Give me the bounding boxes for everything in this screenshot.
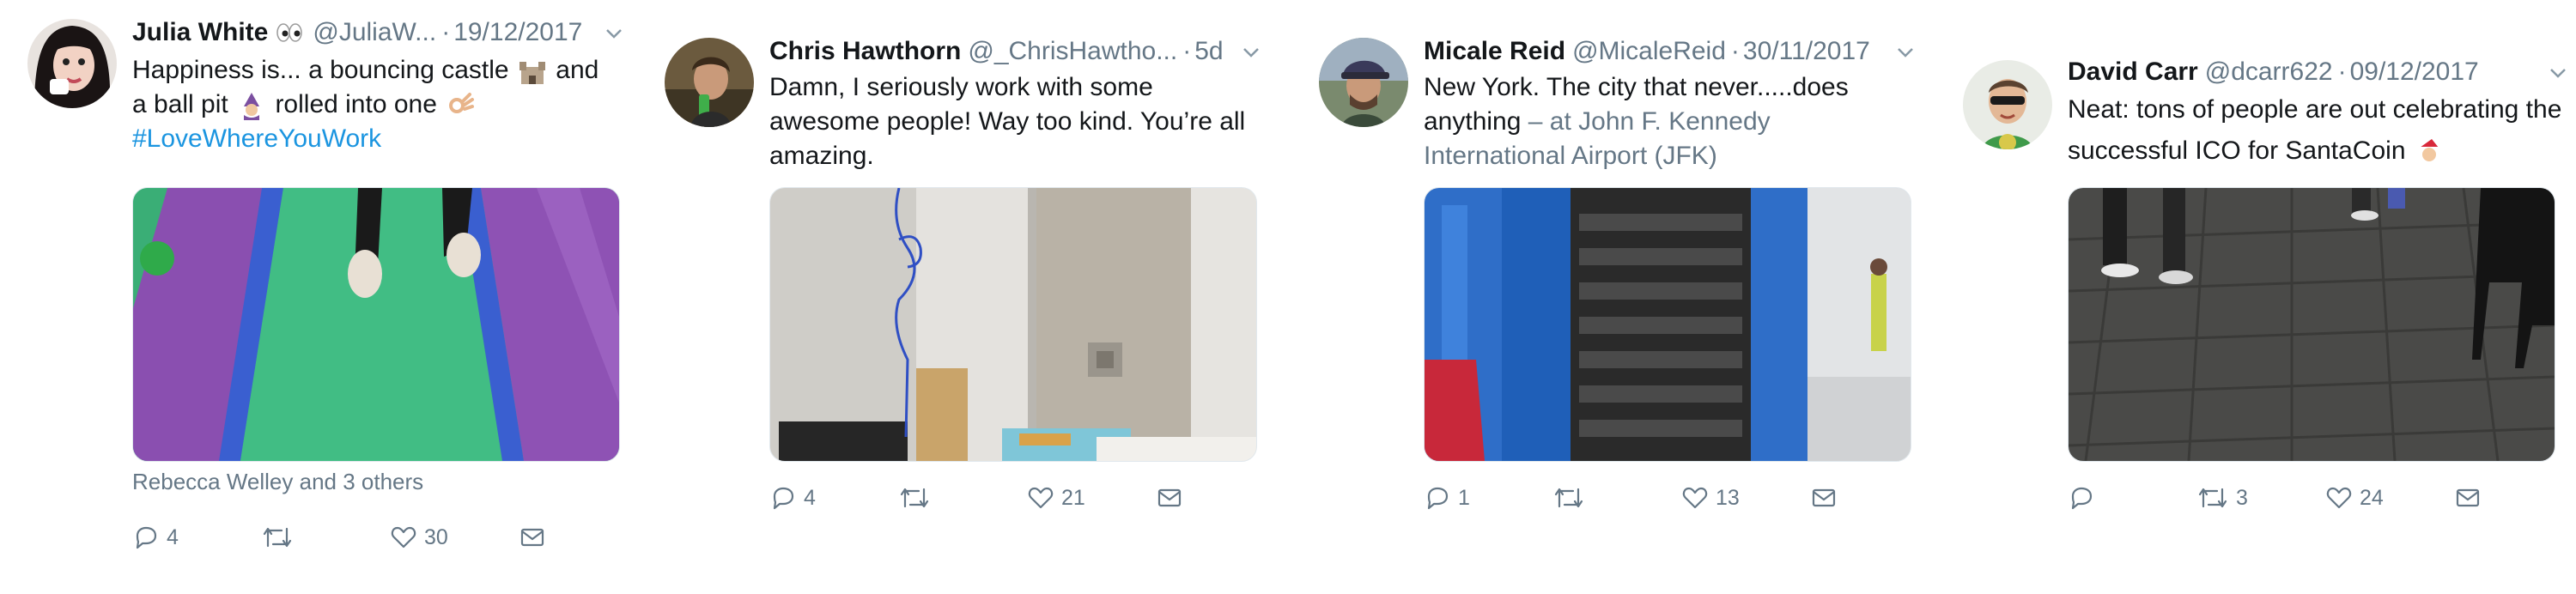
like-count: 21 <box>1061 485 1085 510</box>
tweet-media-airport[interactable] <box>1424 187 1911 462</box>
social-context[interactable]: Rebecca Welley and 3 others <box>132 469 423 495</box>
tweet-header: Chris Hawthorn @_ChrisHawtho... · 5d <box>769 36 1250 67</box>
envelope-icon <box>2456 488 2480 507</box>
tweet-actions: 4 21 <box>769 481 1216 515</box>
tweet-header: Julia White @JuliaW... · 19/12/2017 <box>132 17 613 48</box>
tweet-timestamp[interactable]: 09/12/2017 <box>2350 57 2479 88</box>
like-count: 13 <box>1716 485 1740 510</box>
author-handle[interactable]: @_ChrisHawtho... <box>968 36 1177 67</box>
author-handle[interactable]: @MicaleReid <box>1572 36 1726 67</box>
tweet-timestamp[interactable]: 30/11/2017 <box>1743 36 1870 67</box>
retweet-icon <box>900 488 929 508</box>
tweet-text-line2-end: rolled into one <box>275 90 437 118</box>
heart-icon <box>1682 487 1708 509</box>
retweet-icon <box>1554 488 1583 508</box>
chevron-down-icon[interactable] <box>2547 62 2569 84</box>
retweet-button[interactable] <box>898 481 938 515</box>
separator-dot: · <box>1730 37 1740 65</box>
heart-icon <box>2326 487 2352 509</box>
retweet-count: 3 <box>2236 485 2248 510</box>
direct-message-button[interactable] <box>2454 481 2482 515</box>
tweet-text-line2: a ball pit <box>132 90 228 118</box>
reply-icon <box>1427 487 1449 510</box>
reply-button[interactable]: 1 <box>1424 481 1470 515</box>
reply-icon <box>2071 487 2093 510</box>
author-handle[interactable]: @JuliaW... <box>313 17 436 48</box>
castle-emoji-icon <box>519 62 545 85</box>
like-count: 30 <box>424 524 448 549</box>
tweet-media-bouncy-castle[interactable] <box>132 187 620 462</box>
reply-count: 4 <box>804 485 816 510</box>
tweet-header: Micale Reid @MicaleReid · 30/11/2017 <box>1424 36 1905 67</box>
chevron-down-icon[interactable] <box>1240 41 1262 64</box>
tweet-text: New York. The city that never.....does a… <box>1424 70 1905 173</box>
hashtag-link[interactable]: #LoveWhereYouWork <box>132 124 381 153</box>
tweet-text: Damn, I seriously work with some awesome… <box>769 73 1246 170</box>
tweet-text-main: Neat: tons of people are out celebrating… <box>2068 95 2562 165</box>
tweet-text: Happiness is... a bouncing castle and a … <box>132 53 630 156</box>
chevron-down-icon[interactable] <box>1894 41 1917 64</box>
separator-dot: · <box>441 18 451 46</box>
reply-count: 4 <box>167 524 179 549</box>
like-button[interactable]: 21 <box>1027 481 1085 515</box>
tweet-text-line1-end: and <box>556 56 599 84</box>
like-button[interactable]: 24 <box>2325 481 2384 515</box>
envelope-icon <box>1157 488 1182 507</box>
tweet-actions: 1 13 <box>1424 481 1870 515</box>
reply-icon <box>136 526 157 549</box>
retweet-icon <box>2198 488 2227 508</box>
ok-hand-emoji-icon <box>449 93 475 114</box>
reply-icon <box>773 487 794 510</box>
retweet-icon <box>263 527 292 548</box>
like-button[interactable]: 30 <box>390 520 448 555</box>
tweet-media-street[interactable] <box>2068 187 2555 462</box>
avatar-julia-white[interactable] <box>27 19 117 108</box>
direct-message-button[interactable] <box>519 520 546 555</box>
envelope-icon <box>1812 488 1836 507</box>
direct-message-button[interactable] <box>1156 481 1183 515</box>
tweet-timestamp[interactable]: 5d <box>1194 36 1223 67</box>
retweet-button[interactable] <box>1552 481 1592 515</box>
tweet-text-line1: Happiness is... a bouncing castle <box>132 56 509 84</box>
avatar-micale-reid[interactable] <box>1319 38 1408 127</box>
avatar-chris-hawthorn[interactable] <box>665 38 754 127</box>
heart-icon <box>1028 487 1054 509</box>
avatar-david-carr[interactable] <box>1963 60 2052 149</box>
tweet-media-office[interactable] <box>769 187 1257 462</box>
author-name[interactable]: Julia White <box>132 17 268 48</box>
chevron-down-icon[interactable] <box>603 22 625 45</box>
separator-dot: · <box>2337 58 2347 86</box>
tweet-header: David Carr @dcarr622 · 09/12/2017 <box>2068 57 2549 88</box>
tweet-actions: 3 24 <box>2068 481 2514 515</box>
author-name[interactable]: Chris Hawthorn <box>769 36 961 67</box>
wizard-emoji-icon <box>244 93 260 121</box>
like-count: 24 <box>2360 485 2384 510</box>
retweet-button[interactable] <box>261 520 301 555</box>
author-name[interactable]: Micale Reid <box>1424 36 1565 67</box>
tweet-text: Neat: tons of people are out celebrating… <box>2068 89 2566 172</box>
author-name[interactable]: David Carr <box>2068 57 2198 88</box>
reply-button[interactable]: 4 <box>769 481 816 515</box>
like-button[interactable]: 13 <box>1681 481 1740 515</box>
envelope-icon <box>520 528 544 547</box>
tweet-timestamp[interactable]: 19/12/2017 <box>453 17 582 48</box>
direct-message-button[interactable] <box>1810 481 1838 515</box>
eyes-emoji-icon <box>276 23 303 42</box>
reply-button[interactable] <box>2068 481 2102 515</box>
separator-dot: · <box>1182 37 1192 65</box>
reply-count: 1 <box>1458 485 1470 510</box>
reply-button[interactable]: 4 <box>132 520 179 555</box>
tweet-actions: 4 30 <box>132 520 579 555</box>
author-handle[interactable]: @dcarr622 <box>2205 57 2333 88</box>
heart-icon <box>391 526 416 549</box>
retweet-button[interactable]: 3 <box>2196 481 2248 515</box>
santa-emoji-icon <box>2418 139 2439 164</box>
